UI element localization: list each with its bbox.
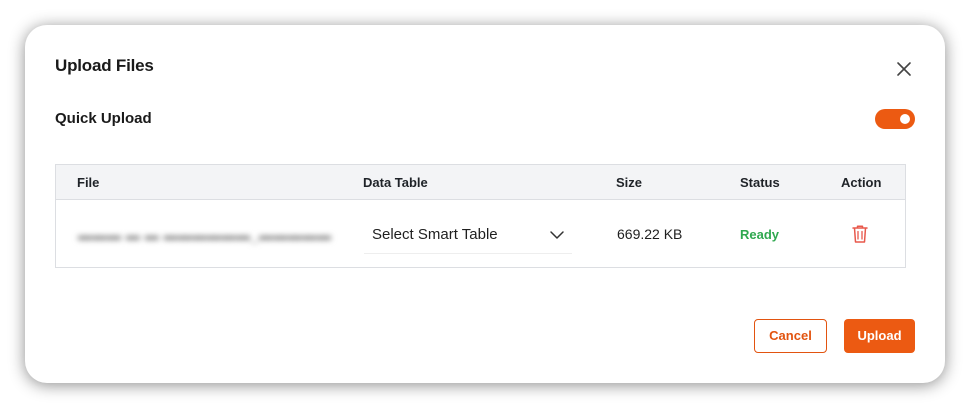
header-data-table: Data Table xyxy=(363,175,428,190)
quick-upload-label: Quick Upload xyxy=(55,110,152,127)
cancel-button[interactable]: Cancel xyxy=(754,319,827,353)
header-status: Status xyxy=(740,175,780,190)
status-text: Ready xyxy=(740,227,780,242)
file-size: 669.22 KB xyxy=(617,226,683,242)
close-button[interactable] xyxy=(893,58,915,80)
delete-button[interactable] xyxy=(851,224,869,244)
close-icon xyxy=(897,62,911,76)
upload-files-dialog: Upload Files Quick Upload File Data Tabl… xyxy=(25,25,945,383)
dialog-title: Upload Files xyxy=(55,56,154,75)
smart-table-select[interactable]: Select Smart Table xyxy=(364,216,572,254)
chevron-down-icon xyxy=(550,231,564,239)
quick-upload-toggle[interactable] xyxy=(875,109,915,129)
table-header: File Data Table Size Status Action xyxy=(56,165,905,200)
header-action: Action xyxy=(841,175,882,190)
smart-table-select-value: Select Smart Table xyxy=(372,226,498,243)
files-table: File Data Table Size Status Action ▬▬▬ ▬… xyxy=(55,164,906,268)
trash-icon xyxy=(852,225,868,243)
header-size: Size xyxy=(616,175,643,190)
header-file: File xyxy=(77,175,100,190)
upload-button[interactable]: Upload xyxy=(844,319,915,353)
toggle-knob xyxy=(900,114,910,124)
table-row: ▬▬▬ ▬ ▬ ▬▬▬▬▬▬_▬▬▬▬▬ Select Smart Table … xyxy=(56,200,905,269)
file-name-redacted: ▬▬▬ ▬ ▬ ▬▬▬▬▬▬_▬▬▬▬▬ xyxy=(78,227,332,243)
